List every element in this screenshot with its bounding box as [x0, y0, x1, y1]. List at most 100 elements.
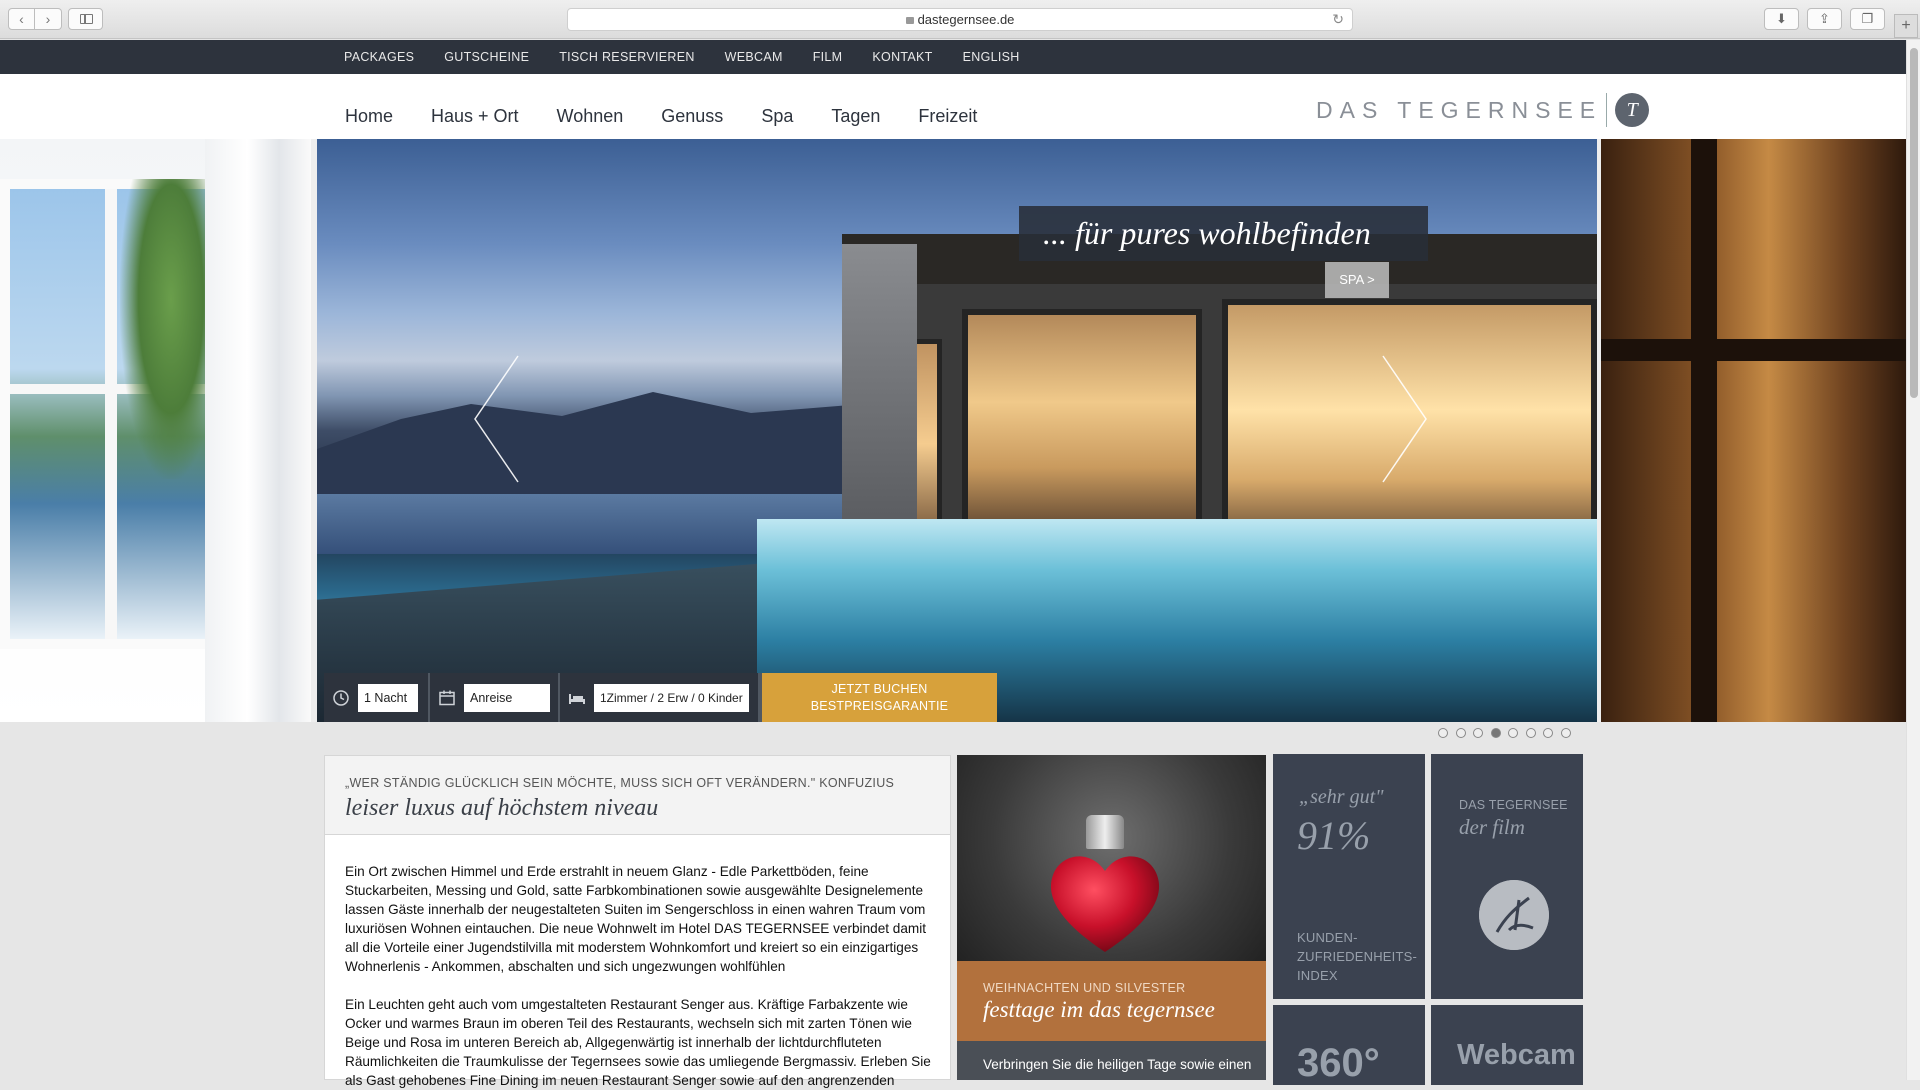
intro-paragraph: Ein Leuchten geht auch vom umgestalteten… — [345, 997, 931, 1088]
slider-dot[interactable] — [1438, 728, 1448, 738]
sidebar-toggle-button[interactable] — [68, 8, 103, 30]
nav-spa[interactable]: Spa — [761, 106, 793, 127]
slider-dot[interactable] — [1490, 728, 1501, 738]
nights-select[interactable]: 1 Nacht — [324, 673, 430, 722]
site-logo[interactable]: DAS TEGERNSEE T — [1316, 90, 1650, 130]
browser-toolbar: ‹ › dastegernsee.de ↻ ⬇ ⇪ ❐ + — [0, 0, 1920, 39]
arrival-field[interactable]: Anreise — [464, 683, 550, 712]
spa-button[interactable]: SPA > — [1325, 262, 1389, 298]
back-button[interactable]: ‹ — [8, 8, 35, 30]
logo-mark-icon: T — [1615, 93, 1650, 127]
curtain-image — [205, 139, 311, 722]
intro-header: „WER STÄNDIG GLÜCKLICH SEIN MÖCHTE, MUSS… — [324, 755, 951, 835]
slider-prev-arrow-icon[interactable] — [472, 354, 522, 484]
top-links-bar: PACKAGES GUTSCHEINE TISCH RESERVIEREN WE… — [0, 40, 1906, 74]
chevron-right-icon: › — [45, 11, 51, 27]
share-button[interactable]: ⇪ — [1807, 8, 1842, 30]
download-icon: ⬇ — [1776, 11, 1787, 26]
rating-label: KUNDEN- ZUFRIEDENHEITS- INDEX — [1297, 930, 1417, 983]
film-kicker: DAS TEGERNSEE — [1459, 798, 1568, 812]
book-now-button[interactable]: JETZT BUCHEN BESTPREISGARANTIE — [760, 673, 997, 722]
clock-icon — [333, 689, 349, 706]
film-title: der film — [1459, 815, 1525, 839]
slider-dot[interactable] — [1525, 728, 1536, 738]
logo-text: DAS TEGERNSEE — [1316, 96, 1603, 123]
toplink-webcam[interactable]: WEBCAM — [725, 40, 783, 74]
webcam-tile[interactable]: Webcam — [1431, 1005, 1583, 1085]
ornament-cap — [1086, 815, 1124, 849]
heart-ornament-image — [957, 755, 1266, 961]
rooms-select[interactable]: 1Zimmer / 2 Erw / 0 Kinder — [560, 673, 760, 722]
forward-button[interactable]: › — [35, 8, 62, 30]
intro-paragraph: Ein Ort zwischen Himmel und Erde erstrah… — [345, 864, 927, 974]
intro-quote: „WER STÄNDIG GLÜCKLICH SEIN MÖCHTE, MUSS… — [345, 776, 895, 790]
webcam-label: Webcam — [1457, 1039, 1576, 1071]
intro-headline: leiser luxus auf höchstem niveau — [345, 795, 659, 821]
tabs-icon: ❐ — [1861, 11, 1874, 26]
toplink-english[interactable]: ENGLISH — [963, 40, 1020, 74]
slider-dot[interactable] — [1455, 728, 1466, 738]
nav-haus-ort[interactable]: Haus + Ort — [431, 106, 519, 127]
rating-tile[interactable]: „sehr gut" 91% KUNDEN- ZUFRIEDENHEITS- I… — [1273, 754, 1425, 999]
main-navigation: Home Haus + Ort Wohnen Genuss Spa Tagen … — [0, 74, 1906, 139]
xmas-title: festtage im das tegernsee — [983, 997, 1215, 1022]
slider-pagination — [1438, 728, 1578, 738]
stone-wall — [842, 244, 917, 564]
toplink-film[interactable]: FILM — [813, 40, 843, 74]
rating-value: 91% — [1297, 813, 1371, 858]
url-text: dastegernsee.de — [917, 12, 1015, 27]
xmas-teaser-card[interactable]: WEIHNACHTEN UND SILVESTER festtage im da… — [957, 755, 1266, 1080]
reload-icon[interactable]: ↻ — [1332, 9, 1344, 30]
toplink-gutscheine[interactable]: GUTSCHEINE — [444, 40, 529, 74]
chevron-left-icon: ‹ — [19, 11, 24, 27]
slider-dot[interactable] — [1508, 728, 1518, 738]
logo-divider — [1606, 93, 1608, 127]
rating-quote: „sehr gut" — [1299, 786, 1384, 808]
film-tile[interactable]: DAS TEGERNSEE der film — [1431, 754, 1583, 999]
arrival-select[interactable]: Anreise — [430, 673, 560, 722]
sidebar-icon — [80, 14, 93, 24]
lock-icon — [905, 17, 914, 24]
page-scrollbar[interactable] — [1906, 40, 1920, 1080]
book-now-label: JETZT BUCHEN — [831, 682, 928, 696]
rooms-field[interactable]: 1Zimmer / 2 Erw / 0 Kinder — [594, 683, 749, 712]
calendar-icon — [439, 690, 455, 705]
nav-genuss[interactable]: Genuss — [661, 106, 723, 127]
booking-bar: 1 Nacht Anreise 1Zimmer / 2 Erw / 0 Kind… — [324, 673, 997, 722]
tree-image — [120, 179, 205, 479]
slide-preview-previous[interactable] — [0, 139, 311, 722]
film-play-icon[interactable] — [1479, 880, 1549, 950]
downloads-button[interactable]: ⬇ — [1764, 8, 1799, 30]
scrollbar-thumb[interactable] — [1910, 48, 1918, 398]
slider-dot[interactable] — [1560, 728, 1571, 738]
new-tab-button[interactable]: + — [1894, 14, 1918, 38]
slide-preview-next[interactable] — [1601, 139, 1906, 722]
hero-tagline: ... für pures wohlbefinden — [1019, 206, 1428, 261]
bed-icon — [569, 693, 585, 704]
xmas-teaser-text: Verbringen Sie die heiligen Tage sowie e… — [957, 1041, 1266, 1080]
toplink-tisch-reservieren[interactable]: TISCH RESERVIEREN — [559, 40, 694, 74]
slider-dot[interactable] — [1473, 728, 1483, 738]
nights-field[interactable]: 1 Nacht — [358, 683, 418, 712]
heart-icon — [1050, 856, 1160, 952]
glass-window — [962, 309, 1202, 539]
share-icon: ⇪ — [1819, 11, 1830, 26]
hero-slider: ... für pures wohlbefinden SPA > 1 Nacht… — [0, 139, 1906, 722]
nav-freizeit[interactable]: Freizeit — [918, 106, 977, 127]
xmas-kicker: WEIHNACHTEN UND SILVESTER — [983, 981, 1186, 995]
toplink-packages[interactable]: PACKAGES — [344, 40, 414, 74]
toplink-kontakt[interactable]: KONTAKT — [872, 40, 932, 74]
xmas-panel: WEIHNACHTEN UND SILVESTER festtage im da… — [957, 961, 1266, 1041]
tabs-overview-button[interactable]: ❐ — [1850, 8, 1885, 30]
tour-360-label: 360° — [1297, 1041, 1380, 1085]
slider-dot[interactable] — [1543, 728, 1553, 738]
content-area: „WER STÄNDIG GLÜCKLICH SEIN MÖCHTE, MUSS… — [0, 750, 1906, 1088]
intro-text: Ein Ort zwischen Himmel und Erde erstrah… — [324, 835, 951, 1088]
slider-next-arrow-icon[interactable] — [1379, 354, 1429, 484]
nav-home[interactable]: Home — [345, 106, 393, 127]
nav-wohnen[interactable]: Wohnen — [557, 106, 624, 127]
tour-360-tile[interactable]: 360° — [1273, 1005, 1425, 1085]
address-bar[interactable]: dastegernsee.de ↻ — [567, 8, 1353, 31]
nav-tagen[interactable]: Tagen — [831, 106, 880, 127]
history-buttons: ‹ › — [8, 8, 62, 30]
